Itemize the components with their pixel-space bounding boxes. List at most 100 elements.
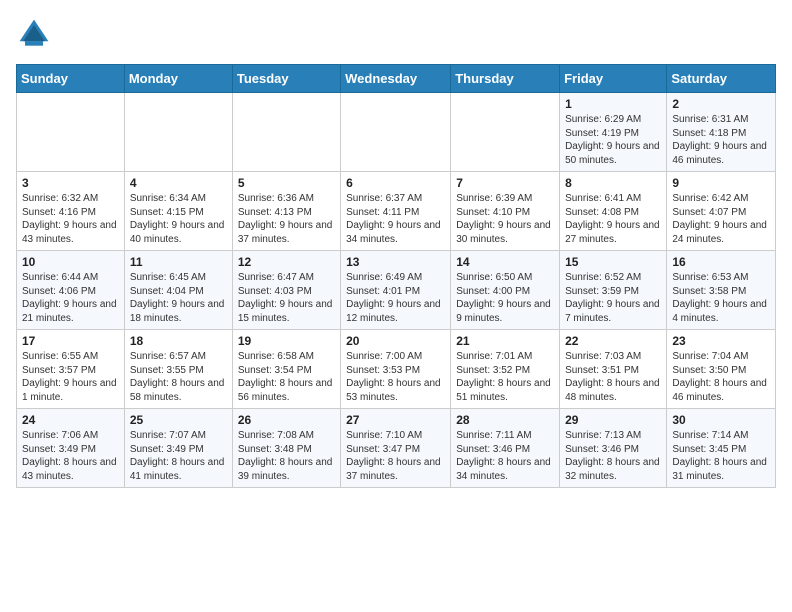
calendar-cell: 25 Sunrise: 7:07 AM Sunset: 3:49 PM Dayli… xyxy=(124,409,232,488)
calendar-cell: 9 Sunrise: 6:42 AM Sunset: 4:07 PM Daylig… xyxy=(667,172,776,251)
day-number: 24 xyxy=(22,413,119,427)
column-header-friday: Friday xyxy=(560,65,667,93)
calendar-cell: 23Sunrise: 7:04 AM Sunset: 3:50 PM Dayli… xyxy=(667,330,776,409)
column-header-saturday: Saturday xyxy=(667,65,776,93)
day-info: Sunrise: 6:34 AM Sunset: 4:15 PM Dayligh… xyxy=(130,192,227,246)
calendar-cell: 29 Sunrise: 7:13 AM Sunset: 3:46 PM Dayli… xyxy=(560,409,667,488)
column-header-wednesday: Wednesday xyxy=(341,65,451,93)
day-info: Sunrise: 7:13 AM Sunset: 3:46 PM Dayligh… xyxy=(565,429,661,483)
day-info: Sunrise: 6:32 AM Sunset: 4:16 PM Dayligh… xyxy=(22,192,119,246)
calendar-cell: 1 Sunrise: 6:29 AM Sunset: 4:19 PM Daylig… xyxy=(560,93,667,172)
calendar-table: SundayMondayTuesdayWednesdayThursdayFrid… xyxy=(16,64,776,488)
calendar-cell: 5 Sunrise: 6:36 AM Sunset: 4:13 PM Daylig… xyxy=(232,172,340,251)
day-number: 7 xyxy=(456,176,554,190)
calendar-cell: 22Sunrise: 7:03 AM Sunset: 3:51 PM Dayli… xyxy=(560,330,667,409)
calendar-cell: 12Sunrise: 6:47 AM Sunset: 4:03 PM Dayli… xyxy=(232,251,340,330)
calendar-cell: 30 Sunrise: 7:14 AM Sunset: 3:45 PM Dayli… xyxy=(667,409,776,488)
day-number: 1 xyxy=(565,97,661,111)
calendar-cell xyxy=(124,93,232,172)
day-info: Sunrise: 6:29 AM Sunset: 4:19 PM Dayligh… xyxy=(565,113,661,167)
day-info: Sunrise: 6:57 AM Sunset: 3:55 PM Dayligh… xyxy=(130,350,227,404)
day-info: Sunrise: 7:10 AM Sunset: 3:47 PM Dayligh… xyxy=(346,429,445,483)
day-number: 5 xyxy=(238,176,335,190)
day-number: 28 xyxy=(456,413,554,427)
day-number: 2 xyxy=(672,97,770,111)
week-row-4: 17Sunrise: 6:55 AM Sunset: 3:57 PM Dayli… xyxy=(17,330,776,409)
calendar-cell xyxy=(17,93,125,172)
day-number: 6 xyxy=(346,176,445,190)
day-info: Sunrise: 7:01 AM Sunset: 3:52 PM Dayligh… xyxy=(456,350,554,404)
calendar-cell: 16Sunrise: 6:53 AM Sunset: 3:58 PM Dayli… xyxy=(667,251,776,330)
day-info: Sunrise: 6:36 AM Sunset: 4:13 PM Dayligh… xyxy=(238,192,335,246)
column-header-sunday: Sunday xyxy=(17,65,125,93)
day-info: Sunrise: 6:44 AM Sunset: 4:06 PM Dayligh… xyxy=(22,271,119,325)
day-number: 23 xyxy=(672,334,770,348)
calendar-cell: 10 Sunrise: 6:44 AM Sunset: 4:06 PM Dayli… xyxy=(17,251,125,330)
column-header-thursday: Thursday xyxy=(451,65,560,93)
day-number: 26 xyxy=(238,413,335,427)
logo-icon xyxy=(16,16,52,52)
day-number: 14 xyxy=(456,255,554,269)
calendar-cell: 4 Sunrise: 6:34 AM Sunset: 4:15 PM Daylig… xyxy=(124,172,232,251)
day-number: 19 xyxy=(238,334,335,348)
calendar-cell: 21 Sunrise: 7:01 AM Sunset: 3:52 PM Dayli… xyxy=(451,330,560,409)
day-number: 4 xyxy=(130,176,227,190)
week-row-5: 24 Sunrise: 7:06 AM Sunset: 3:49 PM Dayli… xyxy=(17,409,776,488)
day-info: Sunrise: 7:06 AM Sunset: 3:49 PM Dayligh… xyxy=(22,429,119,483)
calendar-cell: 11 Sunrise: 6:45 AM Sunset: 4:04 PM Dayli… xyxy=(124,251,232,330)
calendar-cell: 2 Sunrise: 6:31 AM Sunset: 4:18 PM Daylig… xyxy=(667,93,776,172)
day-number: 18 xyxy=(130,334,227,348)
day-number: 8 xyxy=(565,176,661,190)
day-info: Sunrise: 7:11 AM Sunset: 3:46 PM Dayligh… xyxy=(456,429,554,483)
header xyxy=(16,16,776,52)
logo xyxy=(16,16,56,52)
calendar-cell xyxy=(451,93,560,172)
day-info: Sunrise: 6:53 AM Sunset: 3:58 PM Dayligh… xyxy=(672,271,770,325)
day-number: 9 xyxy=(672,176,770,190)
calendar-cell xyxy=(232,93,340,172)
calendar-cell: 6 Sunrise: 6:37 AM Sunset: 4:11 PM Daylig… xyxy=(341,172,451,251)
calendar-cell: 14Sunrise: 6:50 AM Sunset: 4:00 PM Dayli… xyxy=(451,251,560,330)
day-number: 29 xyxy=(565,413,661,427)
day-info: Sunrise: 6:55 AM Sunset: 3:57 PM Dayligh… xyxy=(22,350,119,404)
column-header-monday: Monday xyxy=(124,65,232,93)
calendar-cell: 19 Sunrise: 6:58 AM Sunset: 3:54 PM Dayli… xyxy=(232,330,340,409)
calendar-cell: 13Sunrise: 6:49 AM Sunset: 4:01 PM Dayli… xyxy=(341,251,451,330)
calendar-cell: 17Sunrise: 6:55 AM Sunset: 3:57 PM Dayli… xyxy=(17,330,125,409)
calendar-cell: 26 Sunrise: 7:08 AM Sunset: 3:48 PM Dayli… xyxy=(232,409,340,488)
day-number: 20 xyxy=(346,334,445,348)
day-number: 25 xyxy=(130,413,227,427)
calendar-cell: 24 Sunrise: 7:06 AM Sunset: 3:49 PM Dayli… xyxy=(17,409,125,488)
calendar-cell: 15 Sunrise: 6:52 AM Sunset: 3:59 PM Dayli… xyxy=(560,251,667,330)
calendar-cell xyxy=(341,93,451,172)
week-row-3: 10 Sunrise: 6:44 AM Sunset: 4:06 PM Dayli… xyxy=(17,251,776,330)
day-number: 21 xyxy=(456,334,554,348)
calendar-cell: 27Sunrise: 7:10 AM Sunset: 3:47 PM Dayli… xyxy=(341,409,451,488)
day-info: Sunrise: 6:58 AM Sunset: 3:54 PM Dayligh… xyxy=(238,350,335,404)
calendar-cell: 7 Sunrise: 6:39 AM Sunset: 4:10 PM Daylig… xyxy=(451,172,560,251)
day-info: Sunrise: 6:41 AM Sunset: 4:08 PM Dayligh… xyxy=(565,192,661,246)
day-info: Sunrise: 6:37 AM Sunset: 4:11 PM Dayligh… xyxy=(346,192,445,246)
day-info: Sunrise: 7:00 AM Sunset: 3:53 PM Dayligh… xyxy=(346,350,445,404)
day-number: 11 xyxy=(130,255,227,269)
day-number: 15 xyxy=(565,255,661,269)
day-info: Sunrise: 6:52 AM Sunset: 3:59 PM Dayligh… xyxy=(565,271,661,325)
calendar-cell: 20 Sunrise: 7:00 AM Sunset: 3:53 PM Dayli… xyxy=(341,330,451,409)
day-info: Sunrise: 6:42 AM Sunset: 4:07 PM Dayligh… xyxy=(672,192,770,246)
day-info: Sunrise: 6:45 AM Sunset: 4:04 PM Dayligh… xyxy=(130,271,227,325)
day-info: Sunrise: 6:49 AM Sunset: 4:01 PM Dayligh… xyxy=(346,271,445,325)
calendar-cell: 18 Sunrise: 6:57 AM Sunset: 3:55 PM Dayli… xyxy=(124,330,232,409)
calendar-cell: 3 Sunrise: 6:32 AM Sunset: 4:16 PM Daylig… xyxy=(17,172,125,251)
day-number: 12 xyxy=(238,255,335,269)
day-number: 3 xyxy=(22,176,119,190)
day-info: Sunrise: 7:07 AM Sunset: 3:49 PM Dayligh… xyxy=(130,429,227,483)
day-info: Sunrise: 6:31 AM Sunset: 4:18 PM Dayligh… xyxy=(672,113,770,167)
day-number: 10 xyxy=(22,255,119,269)
day-info: Sunrise: 7:08 AM Sunset: 3:48 PM Dayligh… xyxy=(238,429,335,483)
day-info: Sunrise: 6:39 AM Sunset: 4:10 PM Dayligh… xyxy=(456,192,554,246)
calendar-cell: 28 Sunrise: 7:11 AM Sunset: 3:46 PM Dayli… xyxy=(451,409,560,488)
calendar-cell: 8 Sunrise: 6:41 AM Sunset: 4:08 PM Daylig… xyxy=(560,172,667,251)
day-number: 30 xyxy=(672,413,770,427)
day-info: Sunrise: 7:14 AM Sunset: 3:45 PM Dayligh… xyxy=(672,429,770,483)
calendar-header: SundayMondayTuesdayWednesdayThursdayFrid… xyxy=(17,65,776,93)
